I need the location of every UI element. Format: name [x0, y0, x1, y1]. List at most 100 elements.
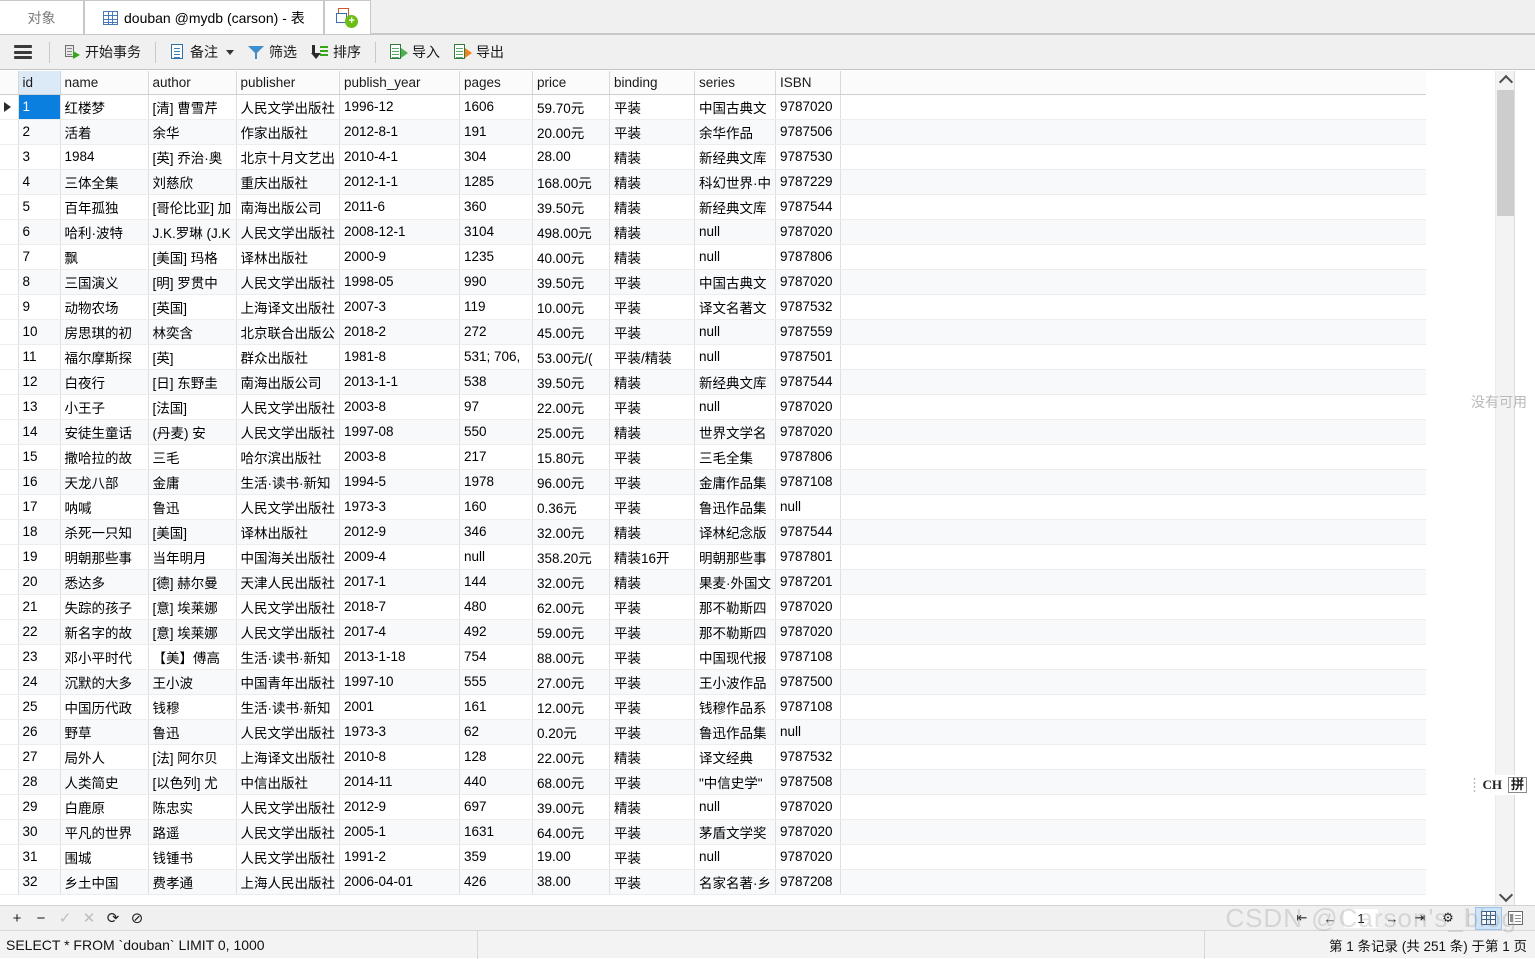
cell-name[interactable]: 红楼梦 — [60, 94, 148, 119]
cell-name[interactable]: 动物农场 — [60, 294, 148, 319]
row-indicator-cell[interactable] — [0, 194, 18, 219]
cell-publish-year[interactable]: 1991-2 — [340, 844, 460, 869]
cell-isbn[interactable]: 9787508 — [776, 769, 841, 794]
cell-pages[interactable]: 697 — [460, 794, 533, 819]
cell-publisher[interactable]: 人民文学出版社 — [236, 819, 340, 844]
next-page-button[interactable]: → — [1378, 908, 1406, 929]
cell-binding[interactable]: 平装 — [610, 669, 695, 694]
cell-isbn[interactable]: 9787020 — [776, 619, 841, 644]
row-indicator-cell[interactable] — [0, 619, 18, 644]
table-row[interactable]: 17呐喊鲁迅人民文学出版社1973-31600.36元平装鲁迅作品集null — [0, 494, 1426, 519]
cell-series[interactable]: 金庸作品集 — [695, 469, 776, 494]
cell-price[interactable]: 88.00元 — [533, 644, 610, 669]
row-indicator-cell[interactable] — [0, 569, 18, 594]
cell-price[interactable]: 45.00元 — [533, 319, 610, 344]
cell-isbn[interactable]: 9787201 — [776, 569, 841, 594]
cell-publisher[interactable]: 人民文学出版社 — [236, 594, 340, 619]
cell-isbn[interactable]: 9787108 — [776, 469, 841, 494]
cell-isbn[interactable]: 9787020 — [776, 269, 841, 294]
cell-price[interactable]: 25.00元 — [533, 419, 610, 444]
cell-binding[interactable]: 精装 — [610, 194, 695, 219]
table-row[interactable]: 24沉默的大多王小波中国青年出版社1997-1055527.00元平装王小波作品… — [0, 669, 1426, 694]
cell-isbn[interactable]: 9787020 — [776, 794, 841, 819]
ime-indicator[interactable]: CH 拼 — [1471, 775, 1529, 795]
cell-series[interactable]: 科幻世界·中 — [695, 169, 776, 194]
cell-author[interactable]: 鲁迅 — [148, 719, 236, 744]
cell-publisher[interactable]: 上海译文出版社 — [236, 294, 340, 319]
cell-name[interactable]: 白夜行 — [60, 369, 148, 394]
prev-page-button[interactable]: ← — [1316, 908, 1344, 929]
cell-binding[interactable]: 精装 — [610, 369, 695, 394]
cell-series[interactable]: null — [695, 219, 776, 244]
table-row[interactable]: 5百年孤独[哥伦比亚] 加南海出版公司2011-636039.50元精装新经典文… — [0, 194, 1426, 219]
cell-publish-year[interactable]: 2013-1-1 — [340, 369, 460, 394]
cell-series[interactable]: 中国古典文 — [695, 94, 776, 119]
cell-binding[interactable]: 平装 — [610, 619, 695, 644]
cell-id[interactable]: 30 — [18, 819, 60, 844]
table-row[interactable]: 28人类简史[以色列] 尤中信出版社2014-1144068.00元平装"中信史… — [0, 769, 1426, 794]
cell-author[interactable]: 路遥 — [148, 819, 236, 844]
cell-isbn[interactable]: 9787020 — [776, 594, 841, 619]
grid-view-button[interactable] — [1475, 907, 1502, 930]
cell-binding[interactable]: 精装 — [610, 244, 695, 269]
cell-author[interactable]: [以色列] 尤 — [148, 769, 236, 794]
cell-pages[interactable]: null — [460, 544, 533, 569]
cell-author[interactable]: [英] — [148, 344, 236, 369]
cell-publisher[interactable]: 重庆出版社 — [236, 169, 340, 194]
cell-series[interactable]: 译林纪念版 — [695, 519, 776, 544]
cell-pages[interactable]: 128 — [460, 744, 533, 769]
row-indicator-cell[interactable] — [0, 744, 18, 769]
cell-binding[interactable]: 平装 — [610, 719, 695, 744]
cell-pages[interactable]: 1606 — [460, 94, 533, 119]
cell-id[interactable]: 15 — [18, 444, 60, 469]
row-indicator-cell[interactable] — [0, 319, 18, 344]
cell-price[interactable]: 15.80元 — [533, 444, 610, 469]
cell-series[interactable]: 果麦·外国文 — [695, 569, 776, 594]
row-indicator-cell[interactable] — [0, 144, 18, 169]
cell-isbn[interactable]: 9787806 — [776, 244, 841, 269]
row-indicator-cell[interactable] — [0, 869, 18, 894]
cell-publisher[interactable]: 上海人民出版社 — [236, 869, 340, 894]
cell-author[interactable]: [意] 埃莱娜 — [148, 619, 236, 644]
table-row[interactable]: 2活着余华作家出版社2012-8-119120.00元平装余华作品9787506 — [0, 119, 1426, 144]
cell-publish-year[interactable]: 2012-9 — [340, 794, 460, 819]
form-view-button[interactable] — [1502, 907, 1529, 930]
cell-binding[interactable]: 平装 — [610, 869, 695, 894]
cell-isbn[interactable]: 9787559 — [776, 319, 841, 344]
cell-binding[interactable]: 平装 — [610, 819, 695, 844]
cell-publisher[interactable]: 人民文学出版社 — [236, 794, 340, 819]
cell-name[interactable]: 围城 — [60, 844, 148, 869]
cell-name[interactable]: 乡土中国 — [60, 869, 148, 894]
table-row[interactable]: 10房思琪的初林奕含北京联合出版公2018-227245.00元平装null97… — [0, 319, 1426, 344]
cell-name[interactable]: 安徒生童话 — [60, 419, 148, 444]
cell-pages[interactable]: 754 — [460, 644, 533, 669]
cell-publisher[interactable]: 人民文学出版社 — [236, 419, 340, 444]
delete-record-button[interactable]: − — [30, 908, 52, 928]
import-button[interactable]: 导入 — [383, 39, 447, 66]
cell-isbn[interactable]: 9787801 — [776, 544, 841, 569]
row-indicator-cell[interactable] — [0, 669, 18, 694]
cell-pages[interactable]: 555 — [460, 669, 533, 694]
cell-name[interactable]: 小王子 — [60, 394, 148, 419]
cell-author[interactable]: [美国] 玛格 — [148, 244, 236, 269]
cell-price[interactable]: 22.00元 — [533, 394, 610, 419]
cell-author[interactable]: [美国] — [148, 519, 236, 544]
row-indicator-cell[interactable] — [0, 844, 18, 869]
cell-publish-year[interactable]: 2012-8-1 — [340, 119, 460, 144]
cell-publish-year[interactable]: 2011-6 — [340, 194, 460, 219]
cell-publish-year[interactable]: 1998-05 — [340, 269, 460, 294]
cell-price[interactable]: 22.00元 — [533, 744, 610, 769]
cell-publish-year[interactable]: 2012-9 — [340, 519, 460, 544]
cell-price[interactable]: 498.00元 — [533, 219, 610, 244]
cell-name[interactable]: 撒哈拉的故 — [60, 444, 148, 469]
sort-button[interactable]: 排序 — [304, 39, 368, 66]
cell-name[interactable]: 新名字的故 — [60, 619, 148, 644]
row-indicator-cell[interactable] — [0, 169, 18, 194]
cell-publish-year[interactable]: 1981-8 — [340, 344, 460, 369]
cell-isbn[interactable]: 9787806 — [776, 444, 841, 469]
cell-series[interactable]: null — [695, 344, 776, 369]
page-number-input[interactable]: 1 — [1344, 909, 1378, 928]
cell-publisher[interactable]: 天津人民出版社 — [236, 569, 340, 594]
cell-pages[interactable]: 272 — [460, 319, 533, 344]
cell-pages[interactable]: 360 — [460, 194, 533, 219]
